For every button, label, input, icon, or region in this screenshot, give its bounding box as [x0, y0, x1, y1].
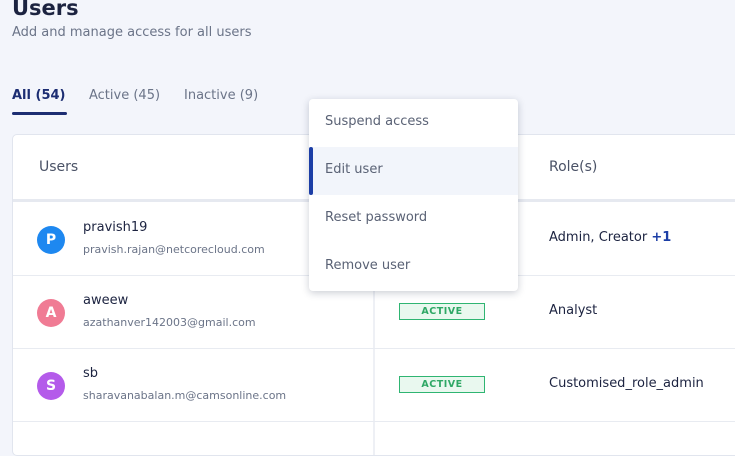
column-header-roles[interactable]: Role(s) [549, 159, 597, 175]
avatar: S [37, 372, 65, 400]
menu-item-remove-user[interactable]: Remove user [309, 243, 518, 291]
avatar: A [37, 299, 65, 327]
menu-item-edit-user[interactable]: Edit user [309, 147, 518, 195]
user-name: pravish19 [83, 220, 148, 235]
column-header-users[interactable]: Users [39, 159, 78, 175]
user-email: pravish.rajan@netcorecloud.com [83, 243, 265, 256]
menu-item-label: Remove user [325, 258, 411, 273]
menu-item-label: Reset password [325, 210, 428, 225]
menu-item-label: Suspend access [325, 114, 429, 129]
status-badge: ACTIVE [399, 303, 485, 320]
role-list: Admin, Creator [549, 230, 648, 245]
tab-active[interactable]: Active (45) [89, 88, 160, 103]
user-email: azathanver142003@gmail.com [83, 316, 256, 329]
menu-item-suspend-access[interactable]: Suspend access [309, 99, 518, 147]
user-name: sb [83, 366, 99, 381]
user-actions-menu: Suspend access Edit user Reset password … [309, 99, 518, 291]
page-title: Users [12, 0, 79, 20]
tab-inactive[interactable]: Inactive (9) [184, 88, 258, 103]
menu-item-label: Edit user [325, 162, 383, 177]
avatar: P [37, 226, 65, 254]
page-subtitle: Add and manage access for all users [12, 25, 252, 40]
user-roles: Admin, Creator +1 [549, 230, 671, 245]
user-roles: Customised_role_admin [549, 376, 704, 391]
user-name: aweew [83, 293, 129, 308]
active-tab-indicator [12, 112, 67, 115]
menu-item-reset-password[interactable]: Reset password [309, 195, 518, 243]
status-badge: ACTIVE [399, 376, 485, 393]
user-email: sharavanabalan.m@camsonline.com [83, 389, 287, 402]
user-roles: Analyst [549, 303, 598, 318]
more-roles-link[interactable]: +1 [651, 230, 671, 245]
table-row[interactable]: S sb sharavanabalan.m@camsonline.com ACT… [13, 348, 735, 422]
tab-all[interactable]: All (54) [12, 88, 65, 103]
